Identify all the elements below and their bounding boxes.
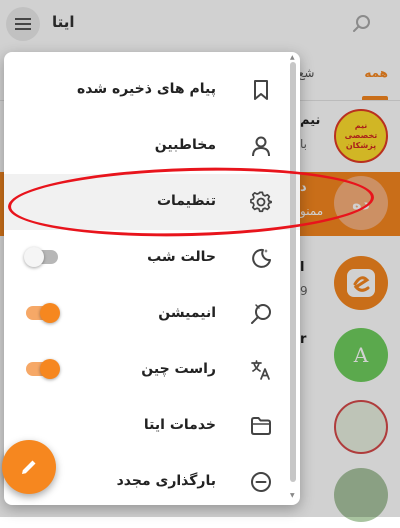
toggle-knob [40, 303, 60, 323]
menu-item-eitaa-services[interactable]: خدمات ایتا [4, 398, 300, 454]
compose-button[interactable] [2, 440, 56, 494]
translate-icon [251, 360, 270, 380]
menu-item-contacts[interactable]: مخاطبین [4, 118, 300, 174]
menu-item-label: انیمیشن [158, 305, 216, 321]
menu-item-label: حالت شب [147, 249, 216, 265]
toggle-knob [40, 359, 60, 379]
animation-icon [251, 304, 271, 324]
person-icon [252, 136, 270, 157]
menu-item-rtl[interactable]: راست چین [4, 342, 300, 398]
menu-item-label: پیام های ذخیره شده [77, 81, 216, 97]
side-menu: پیام های ذخیره شده مخاطبین تنظیمات حالت … [4, 52, 300, 505]
night-mode-toggle[interactable] [24, 247, 58, 267]
menu-item-label: مخاطبین [154, 137, 216, 153]
menu-item-saved-messages[interactable]: پیام های ذخیره شده [4, 62, 300, 118]
animation-toggle[interactable] [26, 303, 60, 323]
scroll-down-arrow[interactable]: ▼ [290, 492, 295, 499]
reload-icon [251, 472, 271, 492]
menu-item-night-mode[interactable]: حالت شب [4, 230, 300, 286]
scroll-up-arrow[interactable]: ▲ [290, 54, 295, 61]
menu-item-animation[interactable]: انیمیشن [4, 286, 300, 342]
rtl-toggle[interactable] [26, 359, 60, 379]
folder-icon [251, 417, 271, 435]
night-mode-icon [252, 248, 271, 268]
menu-item-label: خدمات ایتا [143, 417, 216, 433]
bookmark-icon [254, 80, 268, 100]
toggle-knob [24, 247, 44, 267]
pencil-icon [22, 460, 36, 474]
menu-item-label: بارگذاری مجدد [116, 473, 216, 489]
menu-scrollbar[interactable] [290, 62, 296, 482]
menu-item-label: راست چین [141, 361, 216, 377]
